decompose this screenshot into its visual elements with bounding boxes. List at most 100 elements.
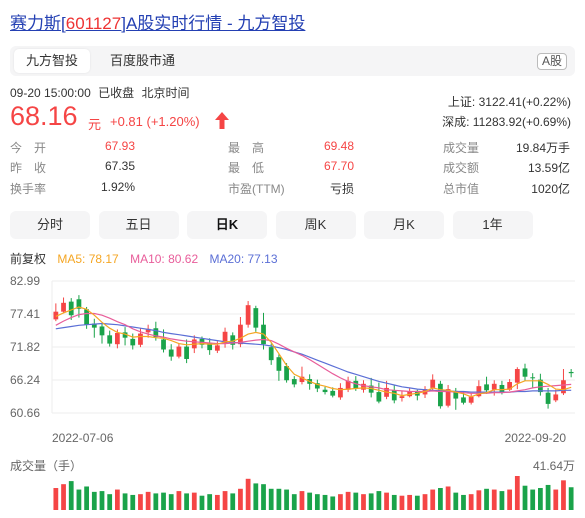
candle-body[interactable] <box>114 332 120 345</box>
volume-bar <box>399 495 405 510</box>
volume-bar <box>184 493 189 510</box>
candle-body[interactable] <box>253 308 259 328</box>
candle-body[interactable] <box>84 309 89 325</box>
candle-body[interactable] <box>214 345 220 351</box>
volume-bar <box>522 485 528 510</box>
candle-body[interactable] <box>322 389 328 393</box>
volume-bar <box>353 492 359 510</box>
candle-body[interactable] <box>399 396 405 398</box>
volume-bar <box>307 492 313 510</box>
candle-body[interactable] <box>61 302 66 312</box>
candle-body[interactable] <box>376 392 382 402</box>
candle-body[interactable] <box>238 324 243 345</box>
volume-bar <box>414 495 420 510</box>
y-tick-label: 82.99 <box>10 274 40 288</box>
volume-bar <box>130 494 136 510</box>
candle-body[interactable] <box>522 368 528 377</box>
candle-body[interactable] <box>276 357 282 371</box>
volume-bar <box>276 488 282 510</box>
volume-bar <box>299 491 305 510</box>
volume-max: 41.64万 <box>532 459 575 473</box>
volume-bar <box>176 491 182 510</box>
volume-bar <box>238 488 243 510</box>
volume-bar <box>114 489 120 510</box>
volume-bar <box>99 491 105 510</box>
volume-bar <box>453 492 459 510</box>
volume-bar <box>499 491 505 510</box>
volume-bar <box>68 481 74 510</box>
candle-body[interactable] <box>484 384 489 391</box>
volume-bar <box>553 489 559 510</box>
volume-bar <box>422 494 428 510</box>
candle-body[interactable] <box>430 379 436 388</box>
volume-bar <box>568 487 574 510</box>
candle-body[interactable] <box>561 380 566 394</box>
volume-bar <box>484 488 489 510</box>
candle-body[interactable] <box>184 346 189 359</box>
volume-bar <box>430 489 436 510</box>
volume-bar <box>345 491 351 510</box>
candle-body[interactable] <box>130 338 136 346</box>
volume-bar <box>322 494 328 510</box>
volume-bar <box>245 478 251 510</box>
candle-body[interactable] <box>391 390 397 401</box>
volume-bar <box>384 492 389 510</box>
volume-bar <box>230 493 236 510</box>
volume-bar <box>461 494 466 510</box>
candle-body[interactable] <box>138 333 143 345</box>
candle-body[interactable] <box>499 384 505 393</box>
volume-bar <box>507 489 513 510</box>
x-tick-label: 2022-07-06 <box>52 431 114 445</box>
candle-body[interactable] <box>291 379 297 385</box>
candle-body[interactable] <box>161 339 166 350</box>
volume-bar <box>291 494 297 510</box>
candle-body[interactable] <box>268 347 274 361</box>
candle-body[interactable] <box>461 397 466 403</box>
candle-body[interactable] <box>330 390 336 396</box>
candle-body[interactable] <box>530 377 536 379</box>
volume-bar <box>468 494 474 510</box>
volume-bar <box>107 494 113 510</box>
volume-bar <box>284 489 289 510</box>
y-tick-label: 77.41 <box>10 307 40 321</box>
volume-bar <box>138 494 143 510</box>
candle-body[interactable] <box>68 301 74 316</box>
volume-bar <box>368 493 374 510</box>
candle-body[interactable] <box>245 305 251 325</box>
candle-body[interactable] <box>491 383 497 390</box>
candle-body[interactable] <box>168 349 174 357</box>
volume-label: 成交量（手） <box>10 459 83 473</box>
volume-bar <box>161 492 166 510</box>
volume-bar <box>514 476 520 510</box>
volume-bar <box>338 494 343 510</box>
volume-bar <box>253 483 259 510</box>
candle-body[interactable] <box>553 394 559 401</box>
volume-bar <box>76 489 82 510</box>
volume-bar <box>207 494 213 510</box>
candle-body[interactable] <box>514 369 520 383</box>
volume-bar <box>261 484 266 510</box>
candle-body[interactable] <box>568 371 574 374</box>
candlestick-chart[interactable]: 82.99 77.41 71.82 66.24 60.66 2022-07-06 2022-… <box>0 0 585 518</box>
volume-bar <box>376 491 382 510</box>
volume-bar <box>122 493 128 510</box>
candle-body[interactable] <box>107 335 113 344</box>
volume-bar <box>476 490 482 510</box>
volume-bar <box>391 494 397 510</box>
x-tick-label: 2022-09-20 <box>505 431 567 445</box>
candle-body[interactable] <box>176 346 182 357</box>
volume-bar <box>561 480 566 510</box>
y-tick-label: 60.66 <box>10 406 40 420</box>
volume-bar <box>61 484 66 510</box>
volume-bar <box>530 489 536 510</box>
volume-bar <box>199 495 205 510</box>
candle-body[interactable] <box>438 383 443 407</box>
candle-body[interactable] <box>545 392 551 404</box>
volume-bar <box>545 484 551 510</box>
candle-body[interactable] <box>99 326 105 336</box>
volume-bar <box>268 488 274 510</box>
candle-body[interactable] <box>468 396 474 403</box>
volume-bar <box>214 494 220 510</box>
volume-bar <box>491 489 497 510</box>
volume-bar <box>407 494 413 510</box>
